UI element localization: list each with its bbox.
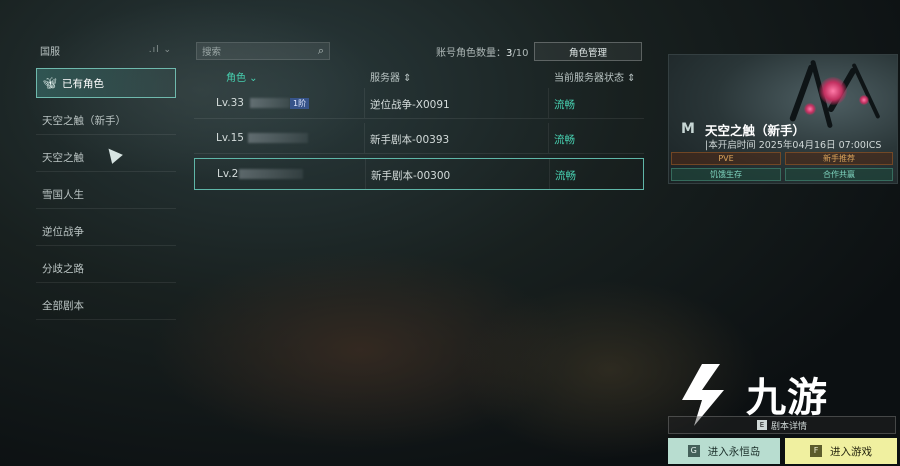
- table-row[interactable]: Lv.15 新手剧本-00393 流畅: [194, 123, 644, 154]
- role-count-label: 账号角色数量：: [436, 48, 506, 59]
- server-name: 新手剧本-00393: [370, 134, 450, 146]
- column-divider: [365, 159, 366, 189]
- scenario-tag: 新手推荐: [785, 152, 893, 165]
- column-divider: [364, 123, 365, 153]
- scenario-detail-button[interactable]: E 剧本详情: [668, 416, 896, 434]
- sidebar-item-label: 分歧之路: [42, 262, 84, 275]
- artwork-branch: [851, 62, 881, 120]
- table-row-selected[interactable]: Lv.2 新手剧本-00300 流畅: [194, 158, 644, 190]
- sidebar-item-owned-roles[interactable]: 🦋︎ 已有角色: [36, 68, 176, 98]
- column-divider: [548, 88, 549, 118]
- table-header: 角色 ⌄ 服务器 ⇕ 当前服务器状态 ⇕: [194, 66, 644, 84]
- search-placeholder: 搜索: [202, 47, 222, 58]
- header-status-label: 当前服务器状态: [554, 73, 624, 84]
- server-name: 新手剧本-00300: [371, 170, 451, 182]
- column-divider: [548, 123, 549, 153]
- role-level: Lv.33: [216, 97, 244, 109]
- role-table: 角色 ⌄ 服务器 ⇕ 当前服务器状态 ⇕ Lv.33 1阶 逆位战争-X0091…: [194, 66, 644, 190]
- key-hint: E: [756, 420, 767, 430]
- role-level: Lv.2: [217, 168, 239, 180]
- server-status: 流畅: [555, 170, 576, 182]
- scenario-logo-icon: M: [681, 121, 695, 137]
- table-row[interactable]: Lv.33 1阶 逆位战争-X0091 流畅: [194, 88, 644, 119]
- sidebar-item-sky-touch[interactable]: 天空之触: [36, 143, 176, 172]
- scenario-detail-label: 剧本详情: [770, 421, 807, 432]
- search-input[interactable]: 搜索 ⌕: [196, 42, 330, 60]
- scenario-tag: 饥饿生存: [671, 168, 781, 181]
- blurred-name: [239, 169, 303, 179]
- artwork-orb: [819, 77, 847, 105]
- sidebar-item-divergent-road[interactable]: 分歧之路: [36, 254, 176, 283]
- header-role-label: 角色: [226, 73, 246, 84]
- column-divider: [549, 159, 550, 189]
- header-server[interactable]: 服务器 ⇕: [370, 69, 412, 84]
- sidebar-item-all-scripts[interactable]: 全部剧本: [36, 291, 176, 320]
- header-server-label: 服务器: [370, 73, 400, 84]
- enter-eternal-island-button[interactable]: G 进入永恒岛: [668, 438, 780, 464]
- sidebar-item-sky-touch-novice[interactable]: 天空之触（新手）: [36, 106, 176, 135]
- role-tag: 1阶: [290, 98, 310, 109]
- enter-game-button[interactable]: F 进入游戏: [785, 438, 897, 464]
- role-manage-label: 角色管理: [568, 47, 607, 59]
- sidebar-item-label: 天空之触（新手）: [42, 114, 126, 127]
- enter-game-label: 进入游戏: [830, 445, 872, 458]
- scenario-tag: 合作共赢: [785, 168, 893, 181]
- search-icon[interactable]: ⌕: [318, 44, 324, 58]
- sidebar: 国服 .ıl ⌄ 🦋︎ 已有角色 天空之触（新手） 天空之触 雪国人生 逆位战争…: [36, 40, 176, 320]
- key-hint: F: [810, 445, 822, 457]
- blurred-name: [250, 98, 290, 108]
- role-count: 账号角色数量：3/10: [436, 44, 528, 59]
- sidebar-item-label: 天空之触: [42, 151, 84, 164]
- sidebar-item-label: 逆位战争: [42, 225, 84, 238]
- mouse-cursor-icon: [103, 144, 123, 164]
- sidebar-item-label: 雪国人生: [42, 188, 84, 201]
- watermark-text: 九游: [746, 375, 828, 421]
- role-level: Lv.15: [216, 132, 244, 144]
- server-name: 逆位战争-X0091: [370, 99, 450, 111]
- sidebar-item-inverse-war[interactable]: 逆位战争: [36, 217, 176, 246]
- scenario-card[interactable]: M 天空之触（新手） |本开启时间 2025年04月16日 07:00ICS P…: [668, 54, 898, 184]
- butterfly-icon: 🦋︎: [43, 76, 57, 90]
- role-manage-button[interactable]: 角色管理: [534, 42, 642, 61]
- artwork-orb: [859, 95, 869, 105]
- scenario-tag: PVE: [671, 152, 781, 165]
- key-hint: G: [687, 445, 700, 457]
- header-status[interactable]: 当前服务器状态 ⇕: [554, 69, 636, 84]
- signal-chevron-icon: .ıl ⌄: [148, 45, 172, 55]
- sidebar-item-label: 已有角色: [61, 77, 104, 90]
- column-divider: [364, 88, 365, 118]
- role-count-max: /10: [512, 48, 529, 59]
- server-status: 流畅: [554, 134, 575, 146]
- sidebar-item-label: 全部剧本: [42, 299, 84, 312]
- enter-island-label: 进入永恒岛: [707, 445, 761, 458]
- scenario-open-time: |本开启时间 2025年04月16日 07:00ICS: [705, 140, 882, 151]
- blurred-name: [248, 133, 308, 143]
- header-role[interactable]: 角色 ⌄: [226, 69, 258, 84]
- server-status: 流畅: [554, 99, 575, 111]
- sidebar-item-snow-country[interactable]: 雪国人生: [36, 180, 176, 209]
- artwork-orb: [804, 103, 816, 115]
- region-selector[interactable]: 国服 .ıl ⌄: [36, 40, 176, 60]
- region-label: 国服: [40, 46, 60, 58]
